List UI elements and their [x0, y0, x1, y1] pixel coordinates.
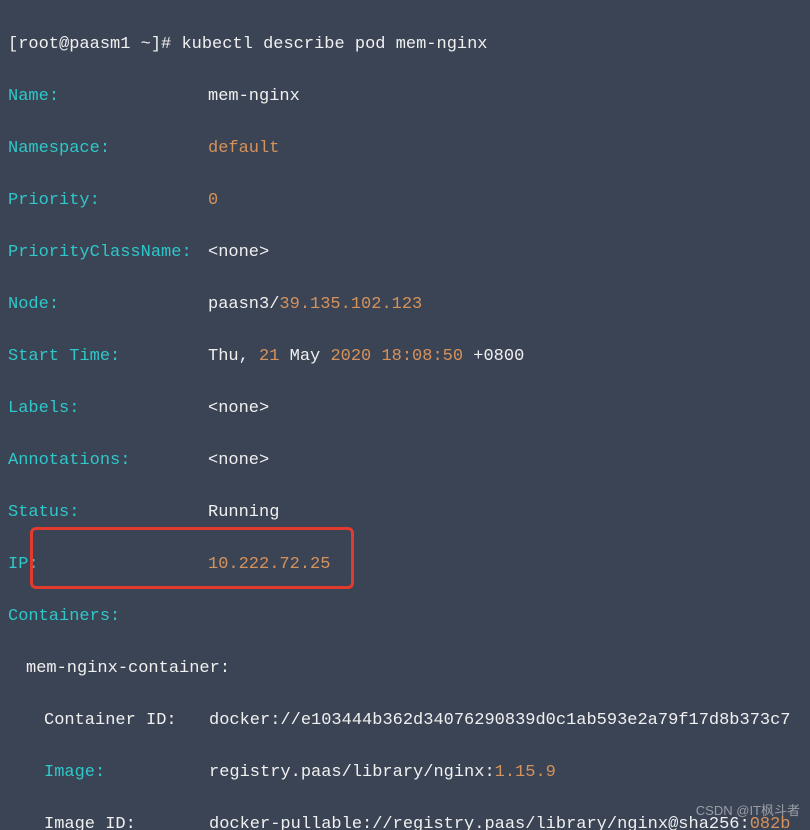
field-labels: Labels:<none>	[8, 396, 802, 422]
field-starttime: Start Time:Thu, 21 May 2020 18:08:50 +08…	[8, 344, 802, 370]
prompt-line: [root@paasm1 ~]# kubectl describe pod me…	[8, 32, 802, 58]
watermark: CSDN @IT枫斗者	[696, 798, 800, 824]
command: kubectl describe pod mem-nginx	[181, 32, 487, 58]
field-node: Node:paasn3/39.135.102.123	[8, 292, 802, 318]
container-id: Container ID:docker://e103444b362d340762…	[8, 708, 802, 734]
containers-header: Containers:	[8, 604, 802, 630]
field-pcn: PriorityClassName:<none>	[8, 240, 802, 266]
field-priority: Priority:0	[8, 188, 802, 214]
field-ip: IP:10.222.72.25	[8, 552, 802, 578]
field-namespace: Namespace:default	[8, 136, 802, 162]
field-name: Name:mem-nginx	[8, 84, 802, 110]
container-imageid: Image ID:docker-pullable://registry.paas…	[8, 812, 802, 830]
field-annotations: Annotations:<none>	[8, 448, 802, 474]
field-status: Status:Running	[8, 500, 802, 526]
container-name: mem-nginx-container:	[8, 656, 802, 682]
container-image: Image:registry.paas/library/nginx:1.15.9	[8, 760, 802, 786]
terminal: [root@paasm1 ~]# kubectl describe pod me…	[0, 0, 810, 830]
